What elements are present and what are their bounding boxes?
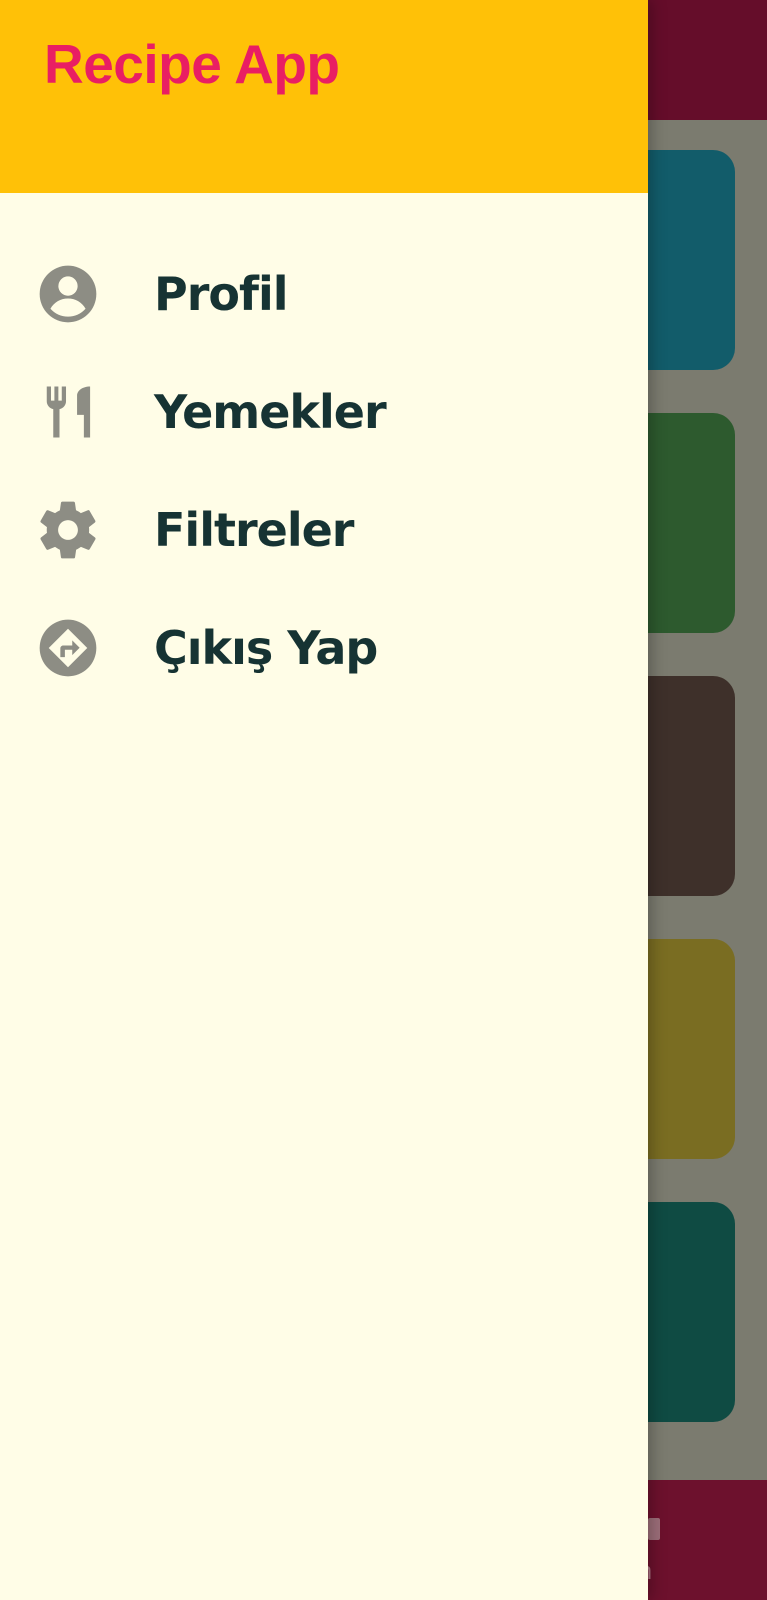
menu-item-meals[interactable]: Yemekler	[0, 353, 648, 471]
drawer-menu: Profil Yemekler Filtreler Çıkış Yap	[0, 235, 648, 707]
menu-item-filters[interactable]: Filtreler	[0, 471, 648, 589]
menu-item-label: Filtreler	[154, 503, 354, 557]
account-circle-icon	[34, 260, 102, 328]
settings-icon	[34, 496, 102, 564]
screen: lerim Recipe App Profil	[0, 0, 767, 1600]
menu-item-logout[interactable]: Çıkış Yap	[0, 589, 648, 707]
navigation-drawer: Recipe App Profil Yemekler Filtreler Çık…	[0, 0, 648, 1600]
menu-item-profile[interactable]: Profil	[0, 235, 648, 353]
menu-item-label: Çıkış Yap	[154, 621, 378, 675]
drawer-header: Recipe App	[0, 0, 648, 193]
restaurant-icon	[34, 378, 102, 446]
menu-item-label: Profil	[154, 267, 289, 321]
drawer-title: Recipe App	[44, 33, 340, 95]
bottom-nav-icon	[648, 1518, 660, 1540]
menu-item-label: Yemekler	[154, 385, 387, 439]
directions-icon	[34, 614, 102, 682]
